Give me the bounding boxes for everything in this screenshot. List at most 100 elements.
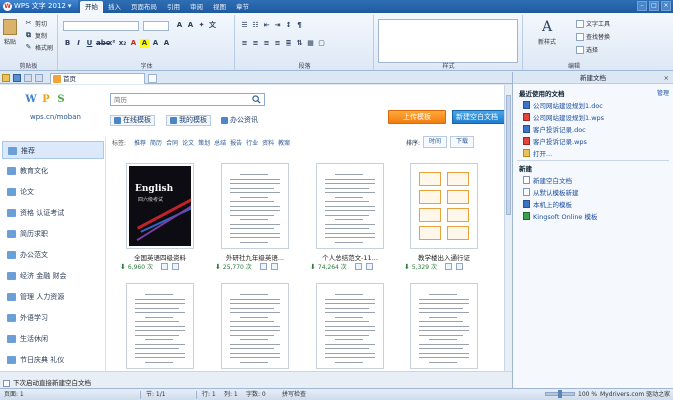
maximize-icon[interactable]: □ bbox=[649, 1, 659, 11]
template-thumbnail[interactable] bbox=[410, 163, 478, 249]
tag-report[interactable]: 报告 bbox=[230, 138, 242, 150]
template-thumbnail[interactable] bbox=[126, 283, 194, 369]
sidebar-item[interactable]: 简历求职 bbox=[2, 225, 104, 243]
tab-page-layout[interactable]: 页面布局 bbox=[126, 1, 162, 13]
show-marks-icon[interactable]: ¶ bbox=[295, 21, 304, 30]
tag-thesis[interactable]: 论文 bbox=[182, 138, 194, 150]
scrollbar-thumb[interactable] bbox=[506, 95, 511, 215]
office-news-link[interactable]: 办公资讯 bbox=[218, 115, 261, 126]
sidebar-item[interactable]: 管理 人力资源 bbox=[2, 288, 104, 306]
text-tools-button[interactable]: 文字工具 bbox=[576, 19, 610, 28]
highlight-icon[interactable]: A bbox=[140, 39, 149, 48]
tag-summary[interactable]: 总结 bbox=[214, 138, 226, 150]
tab-view[interactable]: 视图 bbox=[208, 1, 231, 13]
borders-icon[interactable]: ▢ bbox=[317, 39, 326, 48]
tab-home[interactable]: 开始 bbox=[80, 1, 103, 13]
sidebar-item[interactable]: 论文 bbox=[2, 183, 104, 201]
zoom-slider[interactable] bbox=[545, 390, 575, 398]
local-templates-link[interactable]: 本机上的模板 bbox=[523, 199, 572, 209]
template-thumbnail[interactable]: English 四六级考试 bbox=[126, 163, 194, 249]
horizontal-scrollbar[interactable] bbox=[0, 371, 512, 378]
spell-check[interactable]: 拼写检查 bbox=[282, 389, 306, 400]
app-menu-button[interactable]: W WPS 文字 2012 ▾ bbox=[0, 0, 78, 13]
sort-by-time-button[interactable]: 时间 bbox=[423, 136, 448, 148]
favorite-icon[interactable] bbox=[365, 263, 373, 270]
find-replace-button[interactable]: 查找替换 bbox=[576, 32, 610, 41]
template-thumbnail[interactable] bbox=[221, 283, 289, 369]
sidebar-item[interactable]: 推荐 bbox=[2, 141, 104, 159]
zoom-thumb[interactable] bbox=[558, 390, 562, 398]
numbering-icon[interactable]: ☷ bbox=[251, 21, 260, 30]
sort-by-downloads-button[interactable]: 下载 bbox=[450, 136, 475, 148]
new-blank-doc-link[interactable]: 新建空白文档 bbox=[523, 175, 572, 185]
sidebar-item[interactable]: 经济 金融 财会 bbox=[2, 267, 104, 285]
template-title[interactable]: 全国英语四级资料 bbox=[120, 252, 200, 262]
sidebar-item[interactable]: 生活休闲 bbox=[2, 330, 104, 348]
vertical-scrollbar[interactable] bbox=[504, 85, 512, 374]
sidebar-item[interactable]: 教育文化 bbox=[2, 162, 104, 180]
tag-plan[interactable]: 策划 bbox=[198, 138, 210, 150]
tab-references[interactable]: 引用 bbox=[162, 1, 185, 13]
copy-button[interactable]: ⧉ 复制 bbox=[24, 31, 47, 40]
preview-icon[interactable] bbox=[259, 263, 267, 270]
tag-resume[interactable]: 简历 bbox=[150, 138, 162, 150]
subscript-icon[interactable]: x₂ bbox=[118, 39, 127, 48]
increase-indent-icon[interactable]: ⇥ bbox=[273, 21, 282, 30]
bold-icon[interactable]: B bbox=[63, 39, 72, 48]
preview-icon[interactable] bbox=[160, 263, 168, 270]
line-spacing-icon[interactable]: ⇅ bbox=[295, 39, 304, 48]
template-title[interactable]: 个人总结范文-11... bbox=[310, 252, 390, 262]
template-title[interactable]: 教学楼出入通行证 bbox=[404, 252, 484, 262]
tag-recommend[interactable]: 推荐 bbox=[134, 138, 146, 150]
preview-icon[interactable] bbox=[354, 263, 362, 270]
cut-button[interactable]: ✂ 剪切 bbox=[24, 19, 47, 28]
favorite-icon[interactable] bbox=[171, 263, 179, 270]
open-folder-icon[interactable] bbox=[2, 74, 10, 82]
font-family-select[interactable] bbox=[63, 21, 139, 31]
template-thumbnail[interactable] bbox=[410, 283, 478, 369]
favorite-icon[interactable] bbox=[455, 263, 463, 270]
recent-doc-item[interactable]: 客户投诉记录.wps bbox=[523, 136, 587, 146]
superscript-icon[interactable]: x² bbox=[107, 39, 116, 48]
style-gallery[interactable] bbox=[378, 19, 518, 63]
tab-review[interactable]: 审阅 bbox=[185, 1, 208, 13]
bullets-icon[interactable]: ☰ bbox=[240, 21, 249, 30]
open-file-link[interactable]: 打开... bbox=[523, 148, 552, 158]
close-icon[interactable]: × bbox=[664, 72, 669, 84]
kingsoft-online-templates-link[interactable]: Kingsoft Online 模板 bbox=[523, 211, 598, 221]
font-color-icon[interactable]: A bbox=[129, 39, 138, 48]
recent-doc-item[interactable]: 公司网站建设规划1.doc bbox=[523, 100, 603, 110]
recent-doc-item[interactable]: 客户投诉记录.doc bbox=[523, 124, 586, 134]
search-icon[interactable] bbox=[252, 95, 261, 104]
clear-format-icon[interactable]: ✦ bbox=[197, 21, 206, 30]
sidebar-item[interactable]: 外语学习 bbox=[2, 309, 104, 327]
new-tab-button[interactable] bbox=[148, 74, 157, 83]
tag-lesson-plan[interactable]: 教案 bbox=[278, 138, 290, 150]
new-blank-document-button[interactable]: 新建空白文档 bbox=[452, 110, 504, 124]
online-templates-link[interactable]: 在线模板 bbox=[110, 115, 155, 126]
sidebar-item[interactable]: 节日庆典 礼仪 bbox=[2, 351, 104, 369]
recent-doc-item[interactable]: 公司网站建设规划1.wps bbox=[523, 112, 604, 122]
phonetic-icon[interactable]: 文 bbox=[208, 21, 217, 30]
sort-icon[interactable]: ↕ bbox=[284, 21, 293, 30]
tag-industry[interactable]: 行业 bbox=[246, 138, 258, 150]
tab-insert[interactable]: 插入 bbox=[103, 1, 126, 13]
template-thumbnail[interactable] bbox=[316, 163, 384, 249]
italic-icon[interactable]: I bbox=[74, 39, 83, 48]
grow-font-icon[interactable]: A bbox=[175, 21, 184, 30]
new-from-default-template-link[interactable]: 从默认模板新建 bbox=[523, 187, 579, 197]
shading-icon[interactable]: ▦ bbox=[306, 39, 315, 48]
char-shading-icon[interactable]: A bbox=[151, 39, 160, 48]
tag-material[interactable]: 资料 bbox=[262, 138, 274, 150]
justify-icon[interactable]: ≡ bbox=[273, 39, 282, 48]
char-border-icon[interactable]: A bbox=[162, 39, 171, 48]
sidebar-item[interactable]: 资格 认证考试 bbox=[2, 204, 104, 222]
my-templates-link[interactable]: 我的模板 bbox=[166, 115, 211, 126]
strikethrough-icon[interactable]: abc bbox=[96, 39, 110, 48]
redo-icon[interactable] bbox=[35, 74, 43, 82]
preview-icon[interactable] bbox=[444, 263, 452, 270]
paste-button[interactable]: 粘贴 bbox=[3, 19, 17, 46]
format-painter-button[interactable]: ✎ 格式刷 bbox=[24, 43, 53, 52]
close-icon[interactable]: × bbox=[661, 1, 671, 11]
upload-template-button[interactable]: 上传模板 bbox=[388, 110, 446, 124]
